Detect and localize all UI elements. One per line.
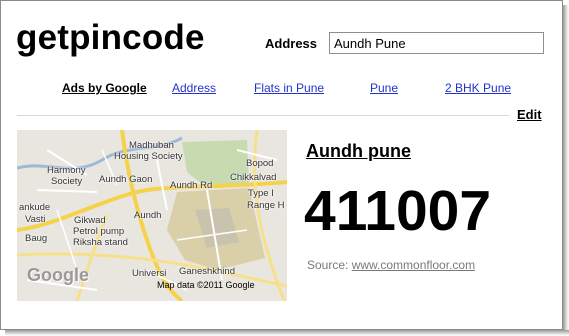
map-label: Aundh (134, 210, 162, 221)
map-label: Bopod (246, 158, 274, 169)
ad-link-address[interactable]: Address (172, 81, 216, 95)
ad-link-pune[interactable]: Pune (370, 81, 398, 95)
map-label: Aundh Rd (170, 180, 213, 191)
map-label: Type I (248, 188, 274, 199)
address-label: Address (265, 36, 318, 51)
edit-link[interactable]: Edit (517, 107, 542, 122)
map-label: Vasti (25, 214, 46, 225)
ad-link-flats-in-pune[interactable]: Flats in Pune (254, 81, 324, 95)
map-label: Aundh Gaon (99, 174, 153, 185)
frame-shadow-right (563, 5, 569, 336)
map-label: Petrol pump (73, 226, 125, 237)
ad-link-2-bhk-pune[interactable]: 2 BHK Pune (445, 81, 511, 95)
divider (17, 115, 509, 116)
map-label: Madhuban (129, 140, 174, 151)
ads-by-google-link[interactable]: Ads by Google (62, 81, 147, 95)
source-label: Source: (307, 258, 349, 272)
source-line: Source: www.commonfloor.com (307, 258, 475, 272)
frame-shadow-bottom (5, 330, 569, 336)
source-link[interactable]: www.commonfloor.com (352, 258, 475, 272)
map-label: Range H (247, 200, 285, 211)
map-label: Riksha stand (73, 237, 128, 248)
map-view[interactable]: Madhuban Housing Society Bopod Harmony S… (17, 130, 287, 301)
google-logo[interactable]: Google (27, 265, 89, 286)
map-label: Baug (25, 233, 48, 244)
map-label: Harmony (47, 165, 86, 176)
map-label: Chikkalvad (230, 172, 277, 183)
map-label: Housing Society (114, 151, 183, 162)
map-attribution: Map data ©2011 Google (157, 280, 255, 290)
map-label: ankude (19, 202, 51, 213)
site-logo[interactable]: getpincode (16, 18, 205, 58)
map-label: Gikwad (74, 215, 106, 226)
area-name-link[interactable]: Aundh pune (306, 141, 411, 162)
map-label: Universi (132, 268, 167, 279)
pincode-value: 411007 (304, 179, 492, 243)
address-input[interactable] (329, 32, 544, 54)
map-label: Ganeshkhind (179, 266, 235, 277)
map-label: Society (51, 176, 83, 187)
